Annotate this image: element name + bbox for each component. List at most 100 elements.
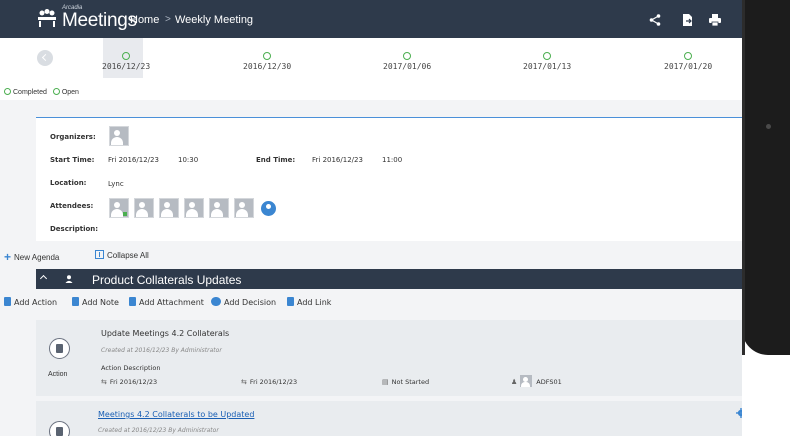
attendee-avatar[interactable]: [159, 198, 179, 218]
attendee-avatar[interactable]: [184, 198, 204, 218]
attendees-label: Attendees:: [50, 202, 94, 210]
open-status-icon: [543, 52, 552, 60]
timeline-date: 2017/01/06: [383, 62, 432, 71]
end-time: 11:00: [382, 156, 403, 164]
agenda-actions: + New Agenda Collapse All: [0, 248, 742, 264]
app-header: Arcadia Meetings Home > Weekly Meeting: [0, 0, 742, 38]
add-note-button[interactable]: Add Note: [72, 297, 119, 307]
plus-icon: +: [4, 250, 12, 264]
note-icon: [72, 297, 79, 306]
item-description: Action Description: [101, 364, 161, 372]
user-icon: [65, 275, 73, 283]
add-note-label: Add Note: [82, 298, 119, 307]
agenda-toolbar: Add Action Add Note Add Attachment Add D…: [4, 297, 742, 311]
status-icon: ▤: [382, 378, 389, 386]
start-time: 10:30: [178, 156, 199, 164]
add-attendee-icon[interactable]: [261, 201, 276, 216]
meeting-timeline: 2016/12/23 2016/12/30 2017/01/06 2017/01…: [0, 38, 742, 100]
screenshot-stage: Arcadia Meetings Home > Weekly Meeting 2…: [0, 0, 790, 436]
meetings-app: Arcadia Meetings Home > Weekly Meeting 2…: [0, 0, 742, 436]
add-attachment-label: Add Attachment: [139, 298, 204, 307]
open-status-icon: [263, 52, 272, 60]
breadcrumb-separator: >: [165, 14, 171, 25]
agenda-header[interactable]: Product Collaterals Updates: [36, 269, 742, 289]
due-date-value: Fri 2016/12/23: [249, 378, 298, 386]
add-action-label: Add Action: [14, 298, 58, 307]
action-icon: [49, 338, 70, 359]
timeline-item[interactable]: 2016/12/30: [243, 52, 291, 71]
tablet-frame: [742, 0, 790, 355]
timeline-item[interactable]: 2017/01/06: [383, 52, 431, 71]
open-status-icon: [403, 52, 412, 60]
export-icon[interactable]: [680, 13, 694, 27]
agenda-item-note[interactable]: Meetings 4.2 Collaterals to be Updated C…: [36, 401, 742, 436]
add-link-button[interactable]: Add Link: [287, 297, 331, 307]
add-attachment-button[interactable]: Add Attachment: [129, 297, 204, 307]
breadcrumb-current: Weekly Meeting: [175, 14, 254, 26]
open-status-icon: [52, 88, 60, 95]
breadcrumb-home[interactable]: Home: [130, 14, 159, 26]
link-icon: [287, 297, 294, 306]
location-value: Lync: [108, 180, 124, 188]
timeline-date: 2016/12/23: [102, 62, 151, 71]
agenda-title: Product Collaterals Updates: [92, 273, 242, 287]
status-value: Not Started: [391, 378, 430, 386]
new-agenda-button[interactable]: + New Agenda: [4, 250, 59, 264]
timeline-item[interactable]: 2016/12/23: [102, 52, 150, 71]
open-status-icon: [684, 52, 693, 60]
item-created: Created at 2016/12/23 By Administrator: [98, 427, 219, 434]
timeline-prev-button[interactable]: [37, 50, 53, 66]
collapse-all-label: Collapse All: [107, 251, 149, 260]
add-decision-label: Add Decision: [224, 298, 277, 307]
organizers-label: Organizers:: [50, 133, 96, 141]
share-icon[interactable]: [648, 13, 662, 27]
note-icon: [49, 421, 70, 436]
calendar-due-icon: ⇆: [241, 378, 247, 386]
start-date: Fri 2016/12/23: [108, 156, 159, 164]
organizer-avatar[interactable]: [109, 126, 129, 146]
chevron-up-icon[interactable]: [39, 274, 48, 283]
end-time-label: End Time:: [256, 156, 296, 164]
legend-completed: Completed: [13, 89, 47, 96]
meeting-details-panel: Organizers: Start Time: Fri 2016/12/23 1…: [36, 117, 742, 241]
start-date-value: Fri 2016/12/23: [109, 378, 158, 386]
add-decision-button[interactable]: Add Decision: [211, 297, 276, 307]
timeline-item[interactable]: 2017/01/20: [664, 52, 712, 71]
item-status: ▤ Not Started: [382, 378, 429, 386]
attendee-avatar[interactable]: [234, 198, 254, 218]
agenda-item-action[interactable]: Action Update Meetings 4.2 Collaterals C…: [36, 320, 742, 396]
item-title-link[interactable]: Meetings 4.2 Collaterals to be Updated: [98, 410, 254, 419]
timeline-date: 2017/01/20: [664, 62, 713, 71]
print-icon[interactable]: [708, 13, 722, 27]
assignee-avatar: [520, 375, 533, 387]
assignee-icon: ♟: [511, 378, 518, 386]
app-name[interactable]: Meetings: [62, 10, 137, 32]
note-glyph: [56, 427, 63, 436]
meetings-logo-icon: [38, 9, 56, 27]
completed-status-icon: [4, 88, 11, 95]
description-label: Description:: [50, 225, 99, 233]
assignee-value: ADFS01: [536, 378, 562, 386]
new-agenda-label: New Agenda: [14, 253, 60, 262]
timeline-date: 2017/01/13: [523, 62, 572, 71]
collapse-icon: [95, 250, 104, 259]
attendee-avatar[interactable]: [134, 198, 154, 218]
tablet-camera: [766, 124, 771, 129]
legend-open: Open: [61, 89, 79, 96]
item-due-date: ⇆ Fri 2016/12/23: [241, 378, 297, 386]
item-assignee: ♟ ADFS01: [511, 375, 562, 387]
item-created: Created at 2016/12/23 By Administrator: [101, 347, 222, 354]
attendee-avatar[interactable]: [209, 198, 229, 218]
item-kind: Action: [48, 371, 68, 378]
gear-icon[interactable]: [736, 408, 742, 418]
timeline-item[interactable]: 2017/01/13: [523, 52, 571, 71]
item-start-date: ⇆ Fri 2016/12/23: [101, 378, 157, 386]
open-status-icon: [122, 52, 131, 60]
item-title[interactable]: Update Meetings 4.2 Collaterals: [101, 329, 229, 338]
collapse-all-button[interactable]: Collapse All: [95, 250, 149, 260]
add-link-label: Add Link: [297, 298, 332, 307]
end-date: Fri 2016/12/23: [312, 156, 363, 164]
start-time-label: Start Time:: [50, 156, 95, 164]
add-action-button[interactable]: Add Action: [4, 297, 57, 307]
location-label: Location:: [50, 179, 87, 187]
